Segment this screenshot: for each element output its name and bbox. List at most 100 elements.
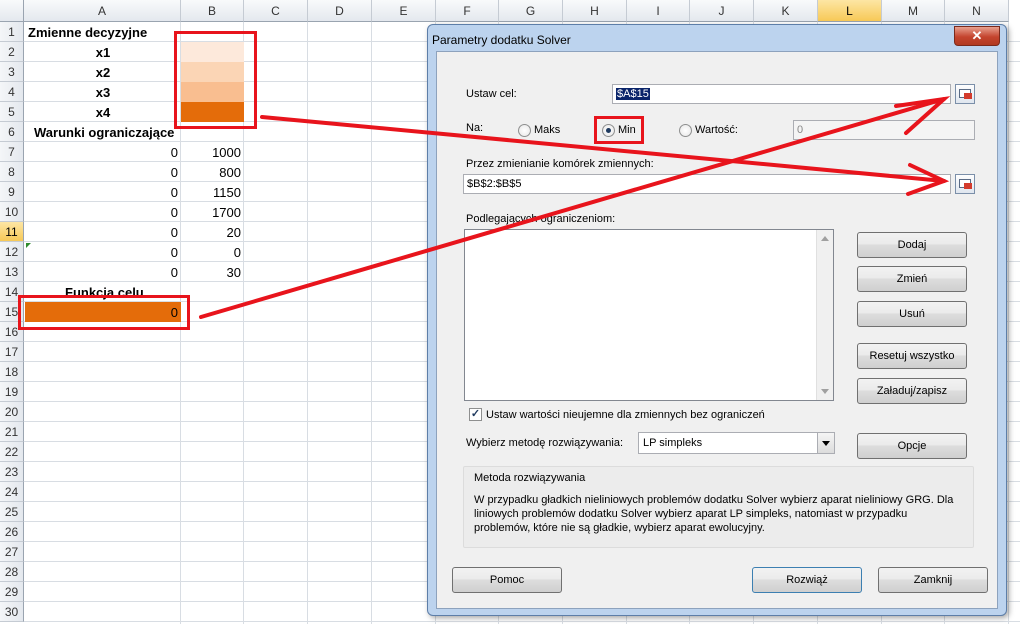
cell-a2[interactable]: x1 [25,43,181,63]
cell-b8[interactable]: 800 [181,163,244,183]
column-header-k[interactable]: K [754,0,818,22]
cell-a5[interactable]: x4 [25,103,181,123]
options-button[interactable]: Opcje [857,433,967,459]
column-header-h[interactable]: H [563,0,627,22]
cell-a1[interactable]: Zmienne decyzyjne [28,23,147,43]
column-header-i[interactable]: I [627,0,690,22]
row-header-9[interactable]: 9 [0,182,24,202]
close-icon[interactable]: ✕ [954,26,1000,46]
row-header-24[interactable]: 24 [0,482,24,502]
reset-all-button[interactable]: Resetuj wszystko [857,343,967,369]
row-header-21[interactable]: 21 [0,422,24,442]
row-header-12[interactable]: 12 [0,242,24,262]
value-of-input[interactable]: 0 [793,120,975,140]
cell-b12[interactable]: 0 [181,243,244,263]
cell-a3[interactable]: x2 [25,63,181,83]
dialog-title: Parametry dodatku Solver [432,33,571,47]
constraints-list[interactable] [464,229,834,401]
row-header-5[interactable]: 5 [0,102,24,122]
column-header-j[interactable]: J [690,0,754,22]
column-header-n[interactable]: N [945,0,1009,22]
row-header-25[interactable]: 25 [0,502,24,522]
row-header-10[interactable]: 10 [0,202,24,222]
column-header-l[interactable]: L [818,0,882,22]
row-header-7[interactable]: 7 [0,142,24,162]
cell-b10[interactable]: 1700 [181,203,244,223]
row-header-30[interactable]: 30 [0,602,24,622]
dropdown-button[interactable] [817,433,834,453]
row-header-23[interactable]: 23 [0,462,24,482]
delete-button[interactable]: Usuń [857,301,967,327]
radio-max-label[interactable]: Maks [534,124,560,136]
row-header-2[interactable]: 2 [0,42,24,62]
row-header-18[interactable]: 18 [0,362,24,382]
changing-cells-label: Przez zmienianie komórek zmiennych: [466,158,654,170]
select-all-corner[interactable] [0,0,24,22]
change-button[interactable]: Zmień [857,266,967,292]
method-group: Metoda rozwiązywania W przypadku gładkic… [463,466,974,548]
cell-a6[interactable]: Warunki ograniczające [34,123,174,143]
row-header-13[interactable]: 13 [0,262,24,282]
row-header-26[interactable]: 26 [0,522,24,542]
row-header-11[interactable]: 11 [0,222,24,242]
column-header-f[interactable]: F [436,0,499,22]
scroll-down-icon[interactable] [821,389,829,394]
method-select[interactable]: LP simpleks [638,432,835,454]
row-header-29[interactable]: 29 [0,582,24,602]
cell-a10[interactable]: 0 [25,203,181,223]
set-objective-input[interactable]: $A$15 [612,84,951,104]
cell-b11[interactable]: 20 [181,223,244,243]
column-header-c[interactable]: C [244,0,308,22]
column-header-g[interactable]: G [499,0,563,22]
row-header-1[interactable]: 1 [0,22,24,42]
row-header-3[interactable]: 3 [0,62,24,82]
column-header-d[interactable]: D [308,0,372,22]
row-header-19[interactable]: 19 [0,382,24,402]
method-value: LP simpleks [643,437,703,449]
cell-a9[interactable]: 0 [25,183,181,203]
method-description: W przypadku gładkich nieliniowych proble… [474,494,954,534]
cell-a11[interactable]: 0 [25,223,181,243]
error-indicator-icon[interactable] [26,243,31,248]
column-header-b[interactable]: B [181,0,244,22]
set-objective-ref-button[interactable] [955,84,975,104]
radio-value-of-label[interactable]: Wartość: [695,124,738,136]
row-header-22[interactable]: 22 [0,442,24,462]
cell-a8[interactable]: 0 [25,163,181,183]
solver-dialog[interactable]: Parametry dodatku Solver ✕ Ustaw cel: $A… [427,24,1007,616]
column-header-e[interactable]: E [372,0,436,22]
scroll-up-icon[interactable] [821,236,829,241]
annotation-box-objective [18,295,190,330]
row-header-27[interactable]: 27 [0,542,24,562]
column-header-m[interactable]: M [882,0,945,22]
changing-cells-input[interactable]: $B$2:$B$5 [463,174,951,194]
cell-a4[interactable]: x3 [25,83,181,103]
radio-value-of[interactable] [679,124,692,137]
nonneg-label[interactable]: Ustaw wartości nieujemne dla zmiennych b… [486,409,765,421]
row-header-20[interactable]: 20 [0,402,24,422]
cell-a7[interactable]: 0 [25,143,181,163]
set-objective-value: $A$15 [616,88,650,100]
nonneg-checkbox[interactable]: ✓ [469,408,482,421]
cell-b13[interactable]: 30 [181,263,244,283]
constraints-scrollbar[interactable] [816,230,833,400]
gridline [371,22,372,624]
cell-a12[interactable]: 0 [25,243,181,263]
changing-cells-ref-button[interactable] [955,174,975,194]
cell-a13[interactable]: 0 [25,263,181,283]
load-save-button[interactable]: Załaduj/zapisz [857,378,967,404]
row-header-6[interactable]: 6 [0,122,24,142]
radio-max[interactable] [518,124,531,137]
cell-b7[interactable]: 1000 [181,143,244,163]
row-header-8[interactable]: 8 [0,162,24,182]
solve-button[interactable]: Rozwiąż [752,567,862,593]
help-button[interactable]: Pomoc [452,567,562,593]
column-header-a[interactable]: A [24,0,181,22]
cell-b9[interactable]: 1150 [181,183,244,203]
row-header-28[interactable]: 28 [0,562,24,582]
close-button[interactable]: Zamknij [878,567,988,593]
gridline [1008,22,1009,624]
add-button[interactable]: Dodaj [857,232,967,258]
row-header-17[interactable]: 17 [0,342,24,362]
row-header-4[interactable]: 4 [0,82,24,102]
